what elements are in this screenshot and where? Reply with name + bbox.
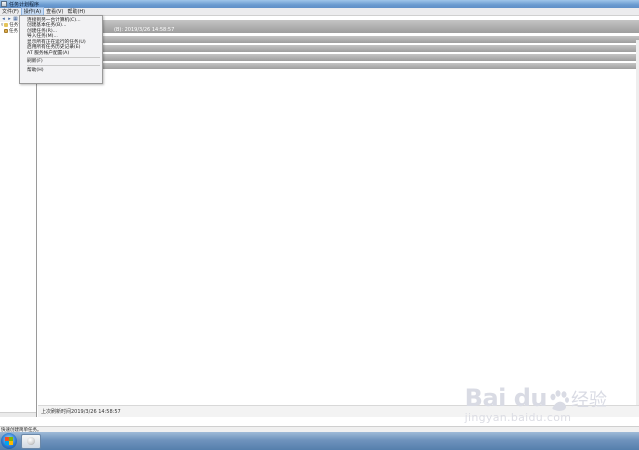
folder-icon	[4, 29, 8, 33]
watermark-brand: Bai du	[464, 384, 548, 412]
disc-app-icon	[27, 437, 35, 445]
paw-logo-icon	[550, 390, 569, 411]
taskbar-app-button[interactable]	[21, 433, 41, 449]
taskbar	[0, 432, 639, 450]
section-band-3[interactable]	[38, 54, 639, 61]
watermark-url: jingyan.baidu.com	[464, 411, 572, 424]
menu-view[interactable]: 查看(V)	[44, 8, 65, 15]
menu-separator	[27, 65, 100, 66]
baidu-jingyan-watermark: Bai du 经验 jingyan.baidu.com	[465, 384, 607, 424]
task-scheduler-app-icon	[1, 1, 7, 7]
console-tree-icon[interactable]: ▦	[13, 16, 18, 22]
tree-horizontal-scrollbar[interactable]	[0, 412, 36, 417]
watermark-chinese: 经验	[571, 390, 607, 411]
section-band-1[interactable]	[38, 36, 639, 43]
menu-file[interactable]: 文件(F)	[0, 8, 21, 15]
summary-timestamp: (B): 2019/3/26 14:58:57	[114, 27, 175, 33]
menu-item-help[interactable]: 帮助(H)	[20, 67, 102, 73]
action-menu-dropdown: 连接到另一台计算机(C)... 创建基本任务(B)... 创建任务(R)... …	[19, 15, 103, 84]
title-bar: 任务计划程序	[0, 0, 639, 8]
menu-help[interactable]: 帮助(H)	[65, 8, 87, 15]
menu-separator	[27, 56, 100, 58]
section-band-4[interactable]	[38, 63, 639, 69]
summary-header-band: (B): 2019/3/26 14:58:57	[38, 20, 639, 33]
main-pane: (B): 2019/3/26 14:58:57 上次刷新时间2019/3/26 …	[38, 16, 639, 417]
last-refresh-text[interactable]: 上次刷新时间2019/3/26 14:58:57	[41, 408, 121, 415]
task-scheduler-icon	[4, 23, 9, 27]
section-band-2[interactable]	[38, 45, 639, 52]
menu-item-at-service-account[interactable]: AT 服务帐户配置(A)	[20, 50, 102, 56]
windows-logo-icon	[5, 437, 13, 445]
expand-icon[interactable]: ▿	[1, 23, 3, 28]
start-button[interactable]	[1, 433, 17, 449]
tree-item-label: 任务	[9, 29, 18, 34]
forward-arrow-icon[interactable]: ▸	[7, 16, 12, 22]
back-arrow-icon[interactable]: ◂	[1, 16, 6, 22]
menu-item-refresh[interactable]: 刷新(F)	[20, 58, 102, 64]
